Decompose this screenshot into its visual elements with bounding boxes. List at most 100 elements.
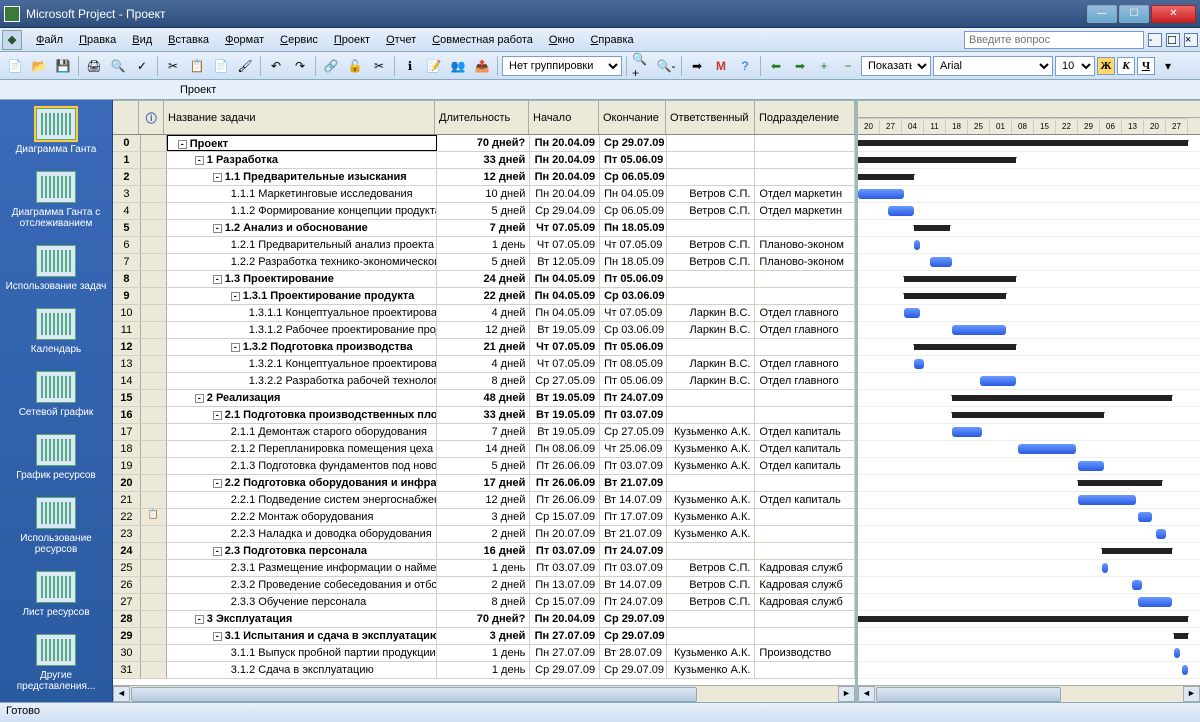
responsible-cell[interactable]: Ларкин В.С. [667, 356, 756, 372]
outline-toggle-icon[interactable]: - [195, 394, 204, 403]
task-bar[interactable] [888, 206, 914, 216]
task-row[interactable]: 71.2.2 Разработка технико-экономического… [113, 254, 855, 271]
responsible-cell[interactable]: Кузьменко А.К. [667, 424, 756, 440]
outline-toggle-icon[interactable]: - [231, 292, 240, 301]
responsible-cell[interactable] [667, 339, 756, 355]
task-name-cell[interactable]: 3.1.2 Сдача в эксплуатацию [167, 662, 437, 678]
info-cell[interactable] [141, 169, 167, 185]
task-row[interactable]: 15-2 Реализация48 днейВт 19.05.09Пт 24.0… [113, 390, 855, 407]
font-name-select[interactable]: Arial [933, 56, 1053, 76]
print-preview-icon[interactable]: 🔍 [107, 55, 129, 77]
start-cell[interactable]: Пт 26.06.09 [530, 475, 600, 491]
gantt-row[interactable] [858, 203, 1200, 220]
task-row[interactable]: 20-2.2 Подготовка оборудования и инфраст… [113, 475, 855, 492]
task-bar[interactable] [1018, 444, 1076, 454]
duration-cell[interactable]: 16 дней [437, 543, 531, 559]
menu-проект[interactable]: Проект [326, 31, 378, 49]
gantt-row[interactable] [858, 594, 1200, 611]
gantt-row[interactable] [858, 662, 1200, 679]
info-cell[interactable] [141, 373, 167, 389]
summary-bar[interactable] [1078, 480, 1162, 486]
duration-cell[interactable]: 3 дней [437, 509, 531, 525]
responsible-cell[interactable]: Кузьменко А.К. [667, 458, 756, 474]
start-cell[interactable]: Вт 12.05.09 [530, 254, 600, 270]
duration-cell[interactable]: 10 дней [437, 186, 531, 202]
row-number[interactable]: 20 [113, 475, 141, 491]
task-name-cell[interactable]: 2.3.2 Проведение собеседования и отбора [167, 577, 437, 593]
start-cell[interactable]: Ср 29.07.09 [530, 662, 600, 678]
gantt-row[interactable] [858, 424, 1200, 441]
row-number[interactable]: 23 [113, 526, 141, 542]
finish-cell[interactable]: Вт 28.07.09 [600, 645, 667, 661]
start-cell[interactable]: Пн 13.07.09 [530, 577, 600, 593]
summary-bar[interactable] [1102, 548, 1172, 554]
outline-toggle-icon[interactable]: - [213, 479, 222, 488]
task-row[interactable]: 8-1.3 Проектирование24 днейПн 04.05.09Пт… [113, 271, 855, 288]
duration-cell[interactable]: 5 дней [437, 203, 531, 219]
cut-icon[interactable]: ✂ [162, 55, 184, 77]
department-cell[interactable]: Производство [755, 645, 855, 661]
gantt-row[interactable] [858, 135, 1200, 152]
gantt-scroll-right-icon[interactable]: ► [1183, 686, 1200, 702]
group-by-select[interactable]: Нет группировки [502, 56, 622, 76]
info-cell[interactable] [141, 458, 167, 474]
duration-cell[interactable]: 5 дней [437, 458, 531, 474]
task-name-cell[interactable]: 1.3.1.1 Концептуальное проектирование пр [167, 305, 437, 321]
task-row[interactable]: 252.3.1 Размещение информации о найме пе… [113, 560, 855, 577]
responsible-cell[interactable] [667, 390, 756, 406]
start-cell[interactable]: Пн 08.06.09 [530, 441, 600, 457]
open-file-icon[interactable]: 📂 [28, 55, 50, 77]
finish-cell[interactable]: Пт 08.05.09 [600, 356, 667, 372]
row-number[interactable]: 19 [113, 458, 141, 474]
duration-cell[interactable]: 5 дней [437, 254, 531, 270]
info-cell[interactable] [141, 492, 167, 508]
department-cell[interactable] [755, 662, 855, 678]
task-row[interactable]: 101.3.1.1 Концептуальное проектирование … [113, 305, 855, 322]
responsible-cell[interactable]: Кузьменко А.К. [667, 441, 756, 457]
finish-cell[interactable]: Ср 06.05.09 [600, 169, 667, 185]
outline-toggle-icon[interactable]: - [195, 615, 204, 624]
font-size-select[interactable]: 10 [1055, 56, 1095, 76]
row-number[interactable]: 25 [113, 560, 141, 576]
department-cell[interactable]: Отдел маркетин [755, 186, 855, 202]
finish-cell[interactable]: Пн 18.05.09 [600, 220, 667, 236]
start-cell[interactable]: Вт 19.05.09 [530, 407, 600, 423]
info-cell[interactable] [141, 305, 167, 321]
info-cell[interactable] [141, 152, 167, 168]
show-subtasks-icon[interactable]: + [813, 55, 835, 77]
print-icon[interactable]: 🖨 [83, 55, 105, 77]
finish-cell[interactable]: Ср 27.05.09 [600, 424, 667, 440]
summary-bar[interactable] [1174, 633, 1188, 639]
start-cell[interactable]: Пн 04.05.09 [530, 288, 600, 304]
task-row[interactable]: 272.3.3 Обучение персонала8 днейСр 15.07… [113, 594, 855, 611]
responsible-cell[interactable]: Ветров С.П. [667, 577, 756, 593]
department-cell[interactable]: Кадровая служб [755, 577, 855, 593]
task-bar[interactable] [1156, 529, 1166, 539]
finish-cell[interactable]: Вт 14.07.09 [600, 577, 667, 593]
gantt-scroll-left-icon[interactable]: ◄ [858, 686, 875, 702]
task-row[interactable]: 16-2.1 Подготовка производственных площа… [113, 407, 855, 424]
info-cell[interactable]: 📋 [141, 509, 167, 525]
row-number[interactable]: 17 [113, 424, 141, 440]
responsible-cell[interactable]: Кузьменко А.К. [667, 662, 756, 678]
row-number[interactable]: 8 [113, 271, 141, 287]
start-cell[interactable]: Вт 19.05.09 [530, 390, 600, 406]
task-name-cell[interactable]: 1.1.2 Формирование концепции продукта [167, 203, 437, 219]
task-name-cell[interactable]: -1.3.2 Подготовка производства [167, 339, 437, 355]
zoom-in-icon[interactable]: 🔍+ [631, 55, 653, 77]
start-cell[interactable]: Вт 19.05.09 [530, 424, 600, 440]
hide-subtasks-icon[interactable]: − [837, 55, 859, 77]
notes-icon[interactable]: 📝 [423, 55, 445, 77]
project-logo-icon[interactable]: ◆ [2, 30, 22, 50]
gantt-row[interactable] [858, 560, 1200, 577]
table-hscrollbar[interactable]: ◄ ► [113, 685, 855, 702]
finish-cell[interactable]: Чт 25.06.09 [600, 441, 667, 457]
spellcheck-icon[interactable]: ✓ [131, 55, 153, 77]
duration-cell[interactable]: 14 дней [437, 441, 531, 457]
start-cell[interactable]: Пн 20.04.09 [530, 169, 600, 185]
duration-cell[interactable]: 1 день [437, 662, 531, 678]
gantt-row[interactable] [858, 271, 1200, 288]
menu-правка[interactable]: Правка [71, 31, 124, 49]
info-cell[interactable] [141, 288, 167, 304]
gantt-row[interactable] [858, 356, 1200, 373]
